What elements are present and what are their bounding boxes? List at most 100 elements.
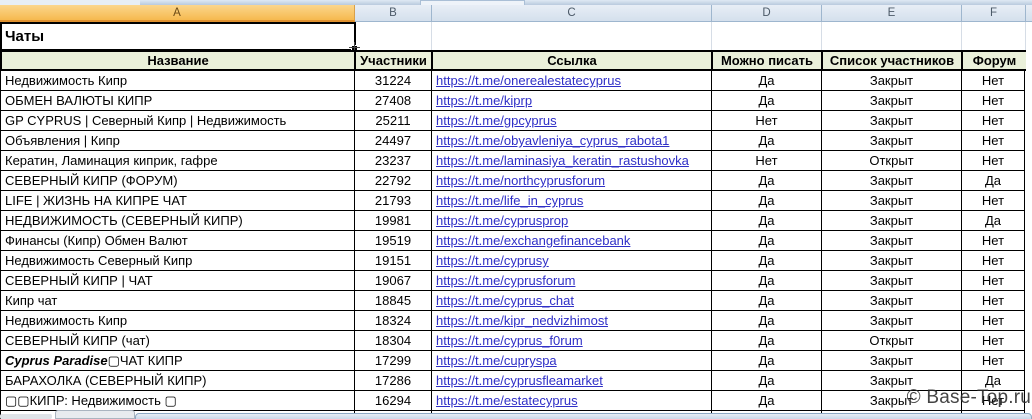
cell-name[interactable]: Кипр чат [1, 291, 355, 311]
cell-members-list[interactable]: Закрыт [822, 171, 962, 191]
cell-name[interactable]: Финансы (Кипр) Обмен Валют [1, 231, 355, 251]
cell-members-list[interactable]: Открыт [822, 151, 962, 171]
cell-members-list[interactable]: Закрыт [822, 111, 962, 131]
chat-link[interactable]: https://t.me/life_in_cyprus [436, 193, 583, 208]
cell-link[interactable]: https://t.me/estatecyprus [432, 391, 712, 411]
column-header-c[interactable]: C [432, 5, 712, 22]
cell-members-list[interactable]: Закрыт [822, 311, 962, 331]
chat-link[interactable]: https://t.me/laminasiya_keratin_rastusho… [436, 153, 689, 168]
cell-forum[interactable]: Нет [962, 111, 1025, 131]
cell-forum[interactable]: Нет [962, 311, 1025, 331]
cell-can-write[interactable]: Да [712, 91, 822, 111]
chat-link[interactable]: https://t.me/cupryspa [436, 353, 557, 368]
chat-link[interactable]: https://t.me/obyavleniya_cyprus_rabota1 [436, 133, 669, 148]
chat-link[interactable]: https://t.me/cyprusy [436, 253, 549, 268]
column-header-b[interactable]: B [355, 5, 432, 22]
cell-can-write[interactable]: Да [712, 211, 822, 231]
cell-members[interactable]: 19981 [355, 211, 432, 231]
cell-can-write[interactable]: Да [712, 251, 822, 271]
cell-members-list[interactable]: Открыт [822, 331, 962, 351]
header-can-write[interactable]: Можно писать [713, 52, 823, 69]
column-header-a[interactable]: A [0, 5, 355, 22]
header-members[interactable]: Участники [356, 52, 433, 69]
cell-can-write[interactable]: Да [712, 311, 822, 331]
cell-link[interactable]: https://t.me/cupryspa [432, 351, 712, 371]
cell-forum[interactable]: Нет [962, 251, 1025, 271]
cell-link[interactable]: https://t.me/cyprusy [432, 251, 712, 271]
chat-link[interactable]: https://t.me/kipr_nedvizhimost [436, 313, 608, 328]
cell-forum[interactable]: Да [962, 211, 1025, 231]
column-header-f[interactable]: F [962, 5, 1026, 22]
cell-can-write[interactable]: Да [712, 271, 822, 291]
header-members-list[interactable]: Список участников [823, 52, 963, 69]
cell-members-list[interactable]: Закрыт [822, 291, 962, 311]
cell-members[interactable]: 31224 [355, 71, 432, 91]
cell-members[interactable]: 22792 [355, 171, 432, 191]
cell-members[interactable]: 25211 [355, 111, 432, 131]
cell-can-write[interactable]: Да [712, 131, 822, 151]
cell-link[interactable]: https://t.me/kipr_nedvizhimost [432, 311, 712, 331]
cell-can-write[interactable]: Да [712, 351, 822, 371]
cell-members[interactable]: 17299 [355, 351, 432, 371]
cell-members-list[interactable]: Закрыт [822, 231, 962, 251]
sheet-tab-edge[interactable] [55, 410, 135, 419]
cell-name[interactable]: Недвижимость Северный Кипр [1, 251, 355, 271]
chat-link[interactable]: https://t.me/estatecyprus [436, 393, 578, 408]
title-cell-a1[interactable]: Чаты [0, 22, 355, 50]
cell-forum[interactable]: Нет [962, 71, 1025, 91]
empty-cell-d1[interactable] [712, 22, 822, 50]
chat-link[interactable]: https://t.me/northcyprusforum [436, 173, 605, 188]
cell-link[interactable]: https://t.me/cyprus_chat [432, 291, 712, 311]
cell-members-list[interactable]: Закрыт [822, 191, 962, 211]
cell-name[interactable]: СЕВЕРНЫЙ КИПР (чат) [1, 331, 355, 351]
cell-can-write[interactable]: Нет [712, 151, 822, 171]
cell-members-list[interactable]: Закрыт [822, 251, 962, 271]
cell-link[interactable]: https://t.me/obyavleniya_cyprus_rabota1 [432, 131, 712, 151]
cell-name[interactable]: ОБМЕН ВАЛЮТЫ КИПР [1, 91, 355, 111]
column-header-e[interactable]: E [822, 5, 962, 22]
cell-name[interactable]: GP CYPRUS | Северный Кипр | Недвижимость [1, 111, 355, 131]
cell-name[interactable]: Cyprus Paradise▢ЧАТ КИПР [1, 351, 355, 371]
cell-can-write[interactable]: Да [712, 331, 822, 351]
cell-members-list[interactable]: Закрыт [822, 131, 962, 151]
cell-name[interactable]: ▢▢КИПР: Недвижимость ▢ [1, 391, 355, 411]
chat-link[interactable]: https://t.me/kiprp [436, 93, 532, 108]
horizontal-scrollbar-edge[interactable] [135, 413, 1032, 419]
empty-cell-f1[interactable] [962, 22, 1026, 50]
cell-forum[interactable]: Нет [962, 151, 1025, 171]
cell-name[interactable]: СЕВЕРНЫЙ КИПР | ЧАТ [1, 271, 355, 291]
cell-can-write[interactable]: Да [712, 371, 822, 391]
cell-name[interactable]: LIFE | ЖИЗНЬ НА КИПРЕ ЧАТ [1, 191, 355, 211]
cell-members-list[interactable]: Закрыт [822, 351, 962, 371]
cell-link[interactable]: https://t.me/cyprusfleamarket [432, 371, 712, 391]
empty-cell-b1[interactable] [355, 22, 432, 50]
cell-members[interactable]: 17286 [355, 371, 432, 391]
cell-forum[interactable]: Нет [962, 351, 1025, 371]
chat-link[interactable]: https://t.me/cyprusfleamarket [436, 373, 603, 388]
cell-forum[interactable]: Нет [962, 331, 1025, 351]
cell-forum[interactable]: Нет [962, 291, 1025, 311]
cell-name[interactable]: Объявления | Кипр [1, 131, 355, 151]
header-link[interactable]: Ссылка [433, 52, 713, 69]
cell-can-write[interactable]: Да [712, 191, 822, 211]
cell-members-list[interactable]: Закрыт [822, 271, 962, 291]
cell-members[interactable]: 21793 [355, 191, 432, 211]
cell-forum[interactable]: Нет [962, 271, 1025, 291]
cell-link[interactable]: https://t.me/cyprusprop [432, 211, 712, 231]
cell-members[interactable]: 16294 [355, 391, 432, 411]
empty-cell-e1[interactable] [822, 22, 962, 50]
chat-link[interactable]: https://t.me/onerealestatecyprus [436, 73, 621, 88]
cell-name[interactable]: Недвижимость Кипр [1, 71, 355, 91]
cell-can-write[interactable]: Да [712, 71, 822, 91]
cell-can-write[interactable]: Да [712, 231, 822, 251]
cell-link[interactable]: https://t.me/cyprus_f0rum [432, 331, 712, 351]
cell-name[interactable]: БАРАХОЛКА (СЕВЕРНЫЙ КИПР) [1, 371, 355, 391]
cell-members[interactable]: 19067 [355, 271, 432, 291]
cell-members[interactable]: 27408 [355, 91, 432, 111]
chat-link[interactable]: https://t.me/cyprusprop [436, 213, 568, 228]
cell-members-list[interactable]: Закрыт [822, 91, 962, 111]
chat-link[interactable]: https://t.me/cyprusforum [436, 273, 575, 288]
cell-link[interactable]: https://t.me/gpcyprus [432, 111, 712, 131]
cell-can-write[interactable]: Нет [712, 111, 822, 131]
cell-members[interactable]: 24497 [355, 131, 432, 151]
